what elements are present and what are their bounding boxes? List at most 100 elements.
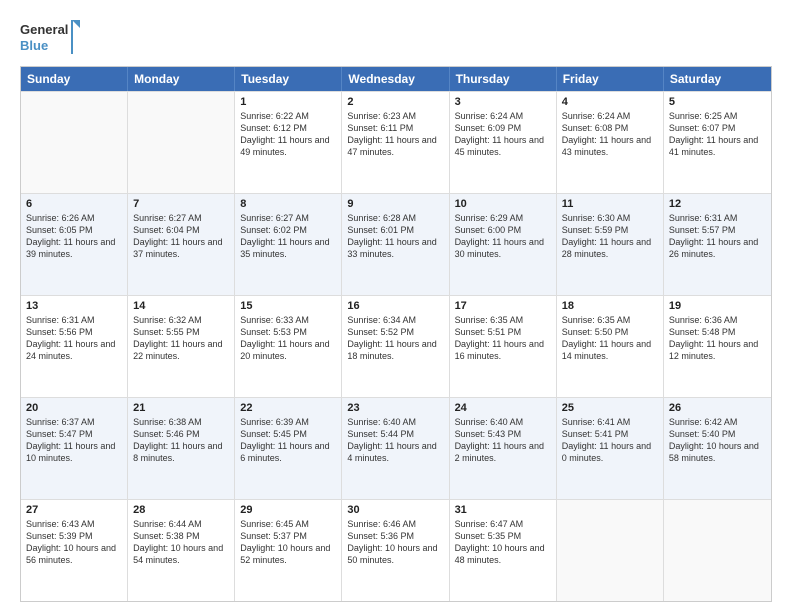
day-cell-28: 28 Sunrise: 6:44 AM Sunset: 5:38 PM Dayli…: [128, 500, 235, 601]
logo: General Blue: [20, 18, 80, 56]
day-number: 10: [455, 198, 551, 210]
day-number: 1: [240, 96, 336, 108]
day-number: 9: [347, 198, 443, 210]
cell-info: Sunrise: 6:39 AM Sunset: 5:45 PM Dayligh…: [240, 416, 336, 465]
day-cell-6: 6 Sunrise: 6:26 AM Sunset: 6:05 PM Daylig…: [21, 194, 128, 295]
day-cell-22: 22Sunrise: 6:39 AM Sunset: 5:45 PM Dayli…: [235, 398, 342, 499]
day-number: 6: [26, 198, 122, 210]
calendar: SundayMondayTuesdayWednesdayThursdayFrid…: [20, 66, 772, 602]
header-day-wednesday: Wednesday: [342, 67, 449, 91]
day-cell-11: 11 Sunrise: 6:30 AM Sunset: 5:59 PM Dayli…: [557, 194, 664, 295]
cell-info: Sunrise: 6:31 AM Sunset: 5:56 PM Dayligh…: [26, 314, 122, 363]
cell-info: Sunrise: 6:34 AM Sunset: 5:52 PM Dayligh…: [347, 314, 443, 363]
cell-info: Sunrise: 6:42 AM Sunset: 5:40 PM Dayligh…: [669, 416, 766, 465]
day-number: 20: [26, 402, 122, 414]
day-cell-24: 24 Sunrise: 6:40 AM Sunset: 5:43 PM Dayli…: [450, 398, 557, 499]
cell-info: Sunrise: 6:25 AM Sunset: 6:07 PM Dayligh…: [669, 110, 766, 159]
day-number: 15: [240, 300, 336, 312]
empty-cell: [557, 500, 664, 601]
calendar-row-5: 27Sunrise: 6:43 AM Sunset: 5:39 PM Dayli…: [21, 499, 771, 601]
day-number: 18: [562, 300, 658, 312]
day-cell-25: 25 Sunrise: 6:41 AM Sunset: 5:41 PM Dayli…: [557, 398, 664, 499]
cell-info: Sunrise: 6:46 AM Sunset: 5:36 PM Dayligh…: [347, 518, 443, 567]
day-number: 31: [455, 504, 551, 516]
day-cell-8: 8Sunrise: 6:27 AM Sunset: 6:02 PM Daylig…: [235, 194, 342, 295]
cell-info: Sunrise: 6:47 AM Sunset: 5:35 PM Dayligh…: [455, 518, 551, 567]
cell-info: Sunrise: 6:23 AM Sunset: 6:11 PM Dayligh…: [347, 110, 443, 159]
day-cell-5: 5 Sunrise: 6:25 AM Sunset: 6:07 PM Daylig…: [664, 92, 771, 193]
cell-info: Sunrise: 6:22 AM Sunset: 6:12 PM Dayligh…: [240, 110, 336, 159]
day-cell-13: 13 Sunrise: 6:31 AM Sunset: 5:56 PM Dayli…: [21, 296, 128, 397]
cell-info: Sunrise: 6:45 AM Sunset: 5:37 PM Dayligh…: [240, 518, 336, 567]
empty-cell: [21, 92, 128, 193]
cell-info: Sunrise: 6:28 AM Sunset: 6:01 PM Dayligh…: [347, 212, 443, 261]
header-day-sunday: Sunday: [21, 67, 128, 91]
cell-info: Sunrise: 6:30 AM Sunset: 5:59 PM Dayligh…: [562, 212, 658, 261]
day-cell-12: 12 Sunrise: 6:31 AM Sunset: 5:57 PM Dayli…: [664, 194, 771, 295]
day-cell-16: 16 Sunrise: 6:34 AM Sunset: 5:52 PM Dayli…: [342, 296, 449, 397]
cell-info: Sunrise: 6:31 AM Sunset: 5:57 PM Dayligh…: [669, 212, 766, 261]
calendar-header: SundayMondayTuesdayWednesdayThursdayFrid…: [21, 67, 771, 91]
day-number: 23: [347, 402, 443, 414]
cell-info: Sunrise: 6:32 AM Sunset: 5:55 PM Dayligh…: [133, 314, 229, 363]
day-number: 11: [562, 198, 658, 210]
day-cell-21: 21Sunrise: 6:38 AM Sunset: 5:46 PM Dayli…: [128, 398, 235, 499]
day-cell-30: 30 Sunrise: 6:46 AM Sunset: 5:36 PM Dayli…: [342, 500, 449, 601]
day-number: 27: [26, 504, 122, 516]
day-number: 7: [133, 198, 229, 210]
page: General Blue SundayMondayTuesdayWednesda…: [0, 0, 792, 612]
header-day-friday: Friday: [557, 67, 664, 91]
day-number: 16: [347, 300, 443, 312]
day-number: 3: [455, 96, 551, 108]
cell-info: Sunrise: 6:35 AM Sunset: 5:50 PM Dayligh…: [562, 314, 658, 363]
header-day-monday: Monday: [128, 67, 235, 91]
cell-info: Sunrise: 6:26 AM Sunset: 6:05 PM Dayligh…: [26, 212, 122, 261]
day-number: 30: [347, 504, 443, 516]
cell-info: Sunrise: 6:33 AM Sunset: 5:53 PM Dayligh…: [240, 314, 336, 363]
cell-info: Sunrise: 6:27 AM Sunset: 6:04 PM Dayligh…: [133, 212, 229, 261]
header: General Blue: [20, 18, 772, 56]
calendar-row-2: 6 Sunrise: 6:26 AM Sunset: 6:05 PM Daylig…: [21, 193, 771, 295]
day-cell-17: 17Sunrise: 6:35 AM Sunset: 5:51 PM Dayli…: [450, 296, 557, 397]
day-cell-23: 23Sunrise: 6:40 AM Sunset: 5:44 PM Dayli…: [342, 398, 449, 499]
day-number: 13: [26, 300, 122, 312]
calendar-row-3: 13 Sunrise: 6:31 AM Sunset: 5:56 PM Dayli…: [21, 295, 771, 397]
day-cell-18: 18 Sunrise: 6:35 AM Sunset: 5:50 PM Dayli…: [557, 296, 664, 397]
day-number: 2: [347, 96, 443, 108]
header-day-tuesday: Tuesday: [235, 67, 342, 91]
empty-cell: [664, 500, 771, 601]
cell-info: Sunrise: 6:41 AM Sunset: 5:41 PM Dayligh…: [562, 416, 658, 465]
day-number: 26: [669, 402, 766, 414]
day-cell-26: 26 Sunrise: 6:42 AM Sunset: 5:40 PM Dayli…: [664, 398, 771, 499]
cell-info: Sunrise: 6:40 AM Sunset: 5:43 PM Dayligh…: [455, 416, 551, 465]
day-number: 19: [669, 300, 766, 312]
day-cell-14: 14Sunrise: 6:32 AM Sunset: 5:55 PM Dayli…: [128, 296, 235, 397]
day-cell-29: 29 Sunrise: 6:45 AM Sunset: 5:37 PM Dayli…: [235, 500, 342, 601]
day-number: 24: [455, 402, 551, 414]
day-cell-15: 15 Sunrise: 6:33 AM Sunset: 5:53 PM Dayli…: [235, 296, 342, 397]
day-number: 25: [562, 402, 658, 414]
day-cell-9: 9 Sunrise: 6:28 AM Sunset: 6:01 PM Daylig…: [342, 194, 449, 295]
day-cell-1: 1 Sunrise: 6:22 AM Sunset: 6:12 PM Daylig…: [235, 92, 342, 193]
day-cell-20: 20Sunrise: 6:37 AM Sunset: 5:47 PM Dayli…: [21, 398, 128, 499]
day-cell-3: 3Sunrise: 6:24 AM Sunset: 6:09 PM Daylig…: [450, 92, 557, 193]
day-cell-2: 2 Sunrise: 6:23 AM Sunset: 6:11 PM Daylig…: [342, 92, 449, 193]
day-cell-19: 19 Sunrise: 6:36 AM Sunset: 5:48 PM Dayli…: [664, 296, 771, 397]
day-number: 21: [133, 402, 229, 414]
day-cell-4: 4Sunrise: 6:24 AM Sunset: 6:08 PM Daylig…: [557, 92, 664, 193]
day-number: 5: [669, 96, 766, 108]
empty-cell: [128, 92, 235, 193]
cell-info: Sunrise: 6:29 AM Sunset: 6:00 PM Dayligh…: [455, 212, 551, 261]
calendar-row-4: 20Sunrise: 6:37 AM Sunset: 5:47 PM Dayli…: [21, 397, 771, 499]
day-number: 12: [669, 198, 766, 210]
logo-svg: General Blue: [20, 18, 80, 56]
cell-info: Sunrise: 6:35 AM Sunset: 5:51 PM Dayligh…: [455, 314, 551, 363]
day-number: 29: [240, 504, 336, 516]
cell-info: Sunrise: 6:44 AM Sunset: 5:38 PM Dayligh…: [133, 518, 229, 567]
cell-info: Sunrise: 6:36 AM Sunset: 5:48 PM Dayligh…: [669, 314, 766, 363]
day-cell-31: 31 Sunrise: 6:47 AM Sunset: 5:35 PM Dayli…: [450, 500, 557, 601]
day-cell-7: 7 Sunrise: 6:27 AM Sunset: 6:04 PM Daylig…: [128, 194, 235, 295]
svg-text:General: General: [20, 22, 68, 37]
day-number: 28: [133, 504, 229, 516]
cell-info: Sunrise: 6:24 AM Sunset: 6:08 PM Dayligh…: [562, 110, 658, 159]
